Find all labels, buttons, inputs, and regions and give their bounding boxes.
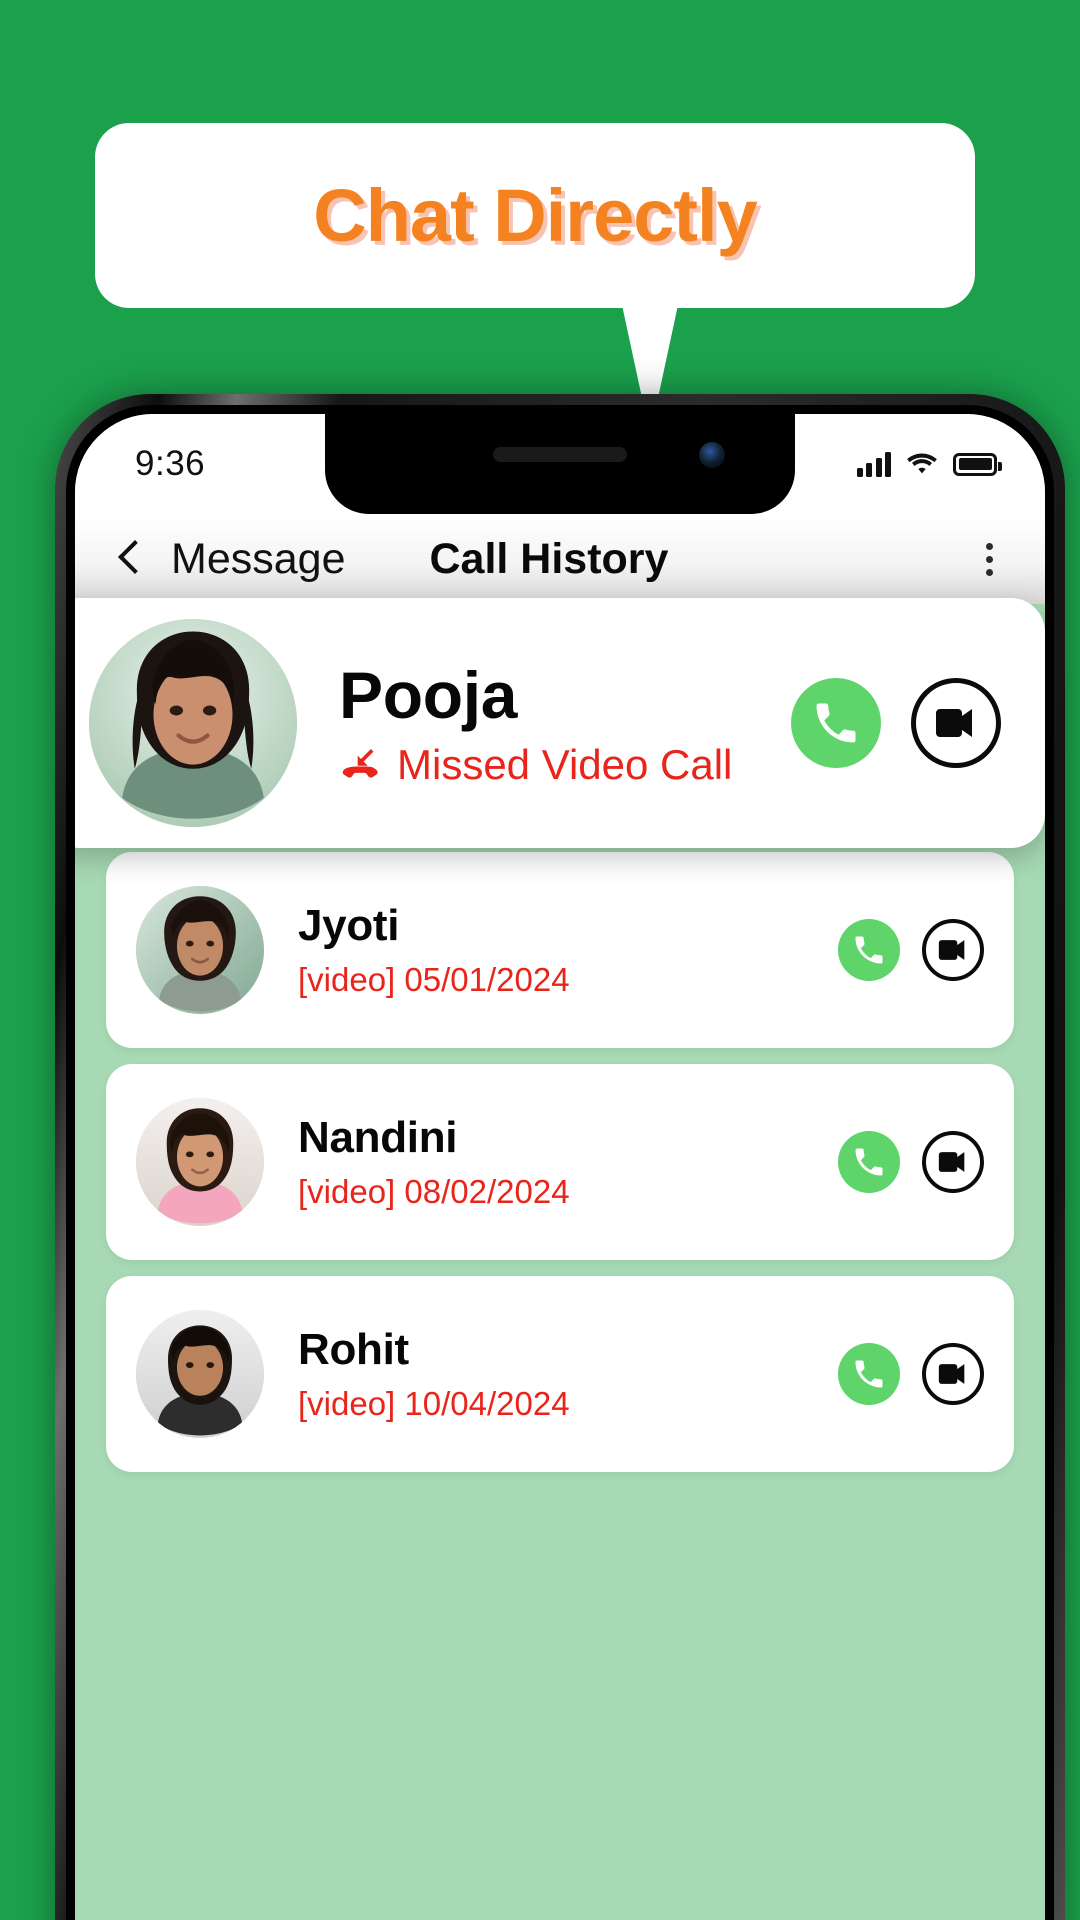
avatar-nandini [136,1098,264,1226]
row-actions [838,1343,984,1405]
table-row[interactable]: Jyoti [video] 05/01/2024 [106,852,1014,1048]
avatar-jyoti [136,886,264,1014]
phone-frame: 9:36 Message Call History Pooja Missed V… [55,394,1065,1920]
wifi-icon [907,453,937,474]
phone-icon [855,1148,883,1176]
video-camera-icon [938,1364,965,1384]
battery-full-icon [953,452,1002,476]
call-status: Missed Video Call [339,741,791,789]
row-text: Rohit [video] 10/04/2024 [298,1325,838,1423]
call-status-label: Missed Video Call [397,741,733,788]
contact-name: Nandini [298,1113,458,1162]
call-meta: [video] 05/01/2024 [298,961,570,998]
featured-call-actions [791,678,1001,768]
voice-call-button[interactable] [791,678,881,768]
table-row[interactable]: Nandini [video] 08/02/2024 [106,1064,1014,1260]
row-actions [838,919,984,981]
promo-headline: Chat Directly [313,174,757,257]
voice-call-button[interactable] [838,919,900,981]
app-bar: Message Call History [75,514,1045,604]
phone-icon [816,703,856,743]
signal-bars-icon [856,451,891,477]
video-camera-icon [938,940,965,960]
video-camera-icon [936,709,972,737]
call-history-list: Pooja Missed Video Call Jyoti [video] 05… [75,598,1045,1920]
avatar-rohit [136,1310,264,1438]
video-call-button[interactable] [911,678,1001,768]
voice-call-button[interactable] [838,1343,900,1405]
video-call-button[interactable] [922,1131,984,1193]
call-meta: [video] 08/02/2024 [298,1173,570,1210]
promo-screenshot: Chat Directly 9:36 Message Call History … [0,0,1080,1920]
promo-bubble: Chat Directly [95,123,975,308]
call-meta: [video] 10/04/2024 [298,1385,570,1422]
page-title: Call History [429,534,669,583]
status-time: 9:36 [135,444,206,483]
status-icon-group [856,451,1002,477]
back-chevron-icon[interactable] [109,539,149,579]
voice-call-button[interactable] [838,1131,900,1193]
video-camera-icon [938,1152,965,1172]
table-row[interactable]: Rohit [video] 10/04/2024 [106,1276,1014,1472]
front-camera-icon [699,442,725,468]
back-label[interactable]: Message [171,535,345,584]
avatar-pooja [89,619,297,827]
kebab-menu-icon[interactable] [978,535,1001,584]
contact-name: Jyoti [298,901,400,950]
row-text: Jyoti [video] 05/01/2024 [298,901,838,999]
phone-icon [855,936,883,964]
phone-notch [325,414,795,514]
missed-call-icon [339,743,383,787]
phone-bezel: 9:36 Message Call History Pooja Missed V… [66,405,1054,1920]
contact-name: Rohit [298,1325,409,1374]
featured-call-text: Pooja Missed Video Call [339,657,791,789]
phone-icon [855,1360,883,1388]
earpiece-speaker [493,447,627,462]
phone-screen: 9:36 Message Call History Pooja Missed V… [75,414,1045,1920]
video-call-button[interactable] [922,1343,984,1405]
row-actions [838,1131,984,1193]
row-text: Nandini [video] 08/02/2024 [298,1113,838,1211]
video-call-button[interactable] [922,919,984,981]
featured-call-card[interactable]: Pooja Missed Video Call [75,598,1045,848]
contact-name: Pooja [339,658,518,732]
